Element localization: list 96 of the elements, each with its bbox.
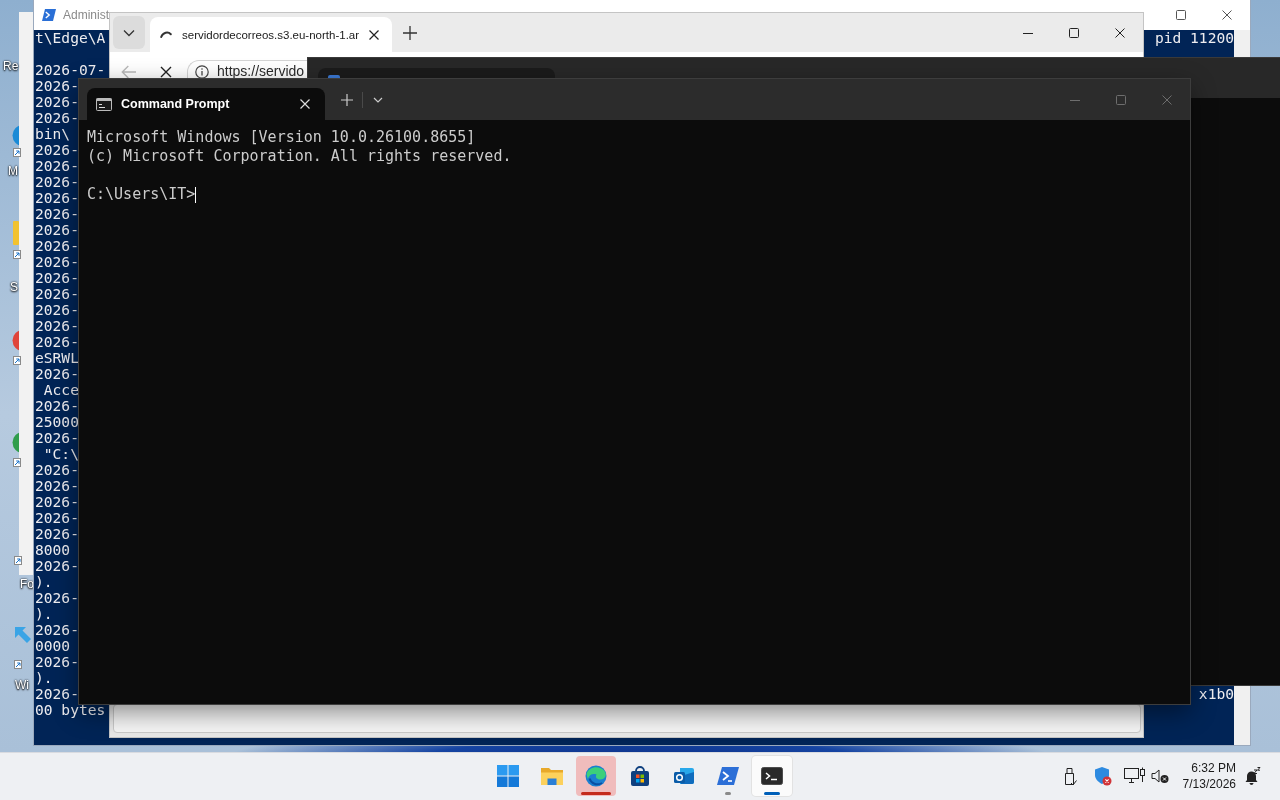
speaker-icon[interactable]	[1150, 768, 1169, 784]
shortcut-arrow-icon	[13, 356, 21, 365]
console-text: eSRWL	[35, 350, 79, 366]
console-text: 2026-	[35, 222, 79, 238]
console-text: Acce	[42, 382, 79, 398]
plus-icon	[403, 25, 417, 40]
console-text: 2026-	[35, 654, 79, 670]
console-text: 2026-	[35, 94, 79, 110]
console-text: 25000	[35, 414, 79, 430]
shield-icon[interactable]	[1093, 766, 1112, 786]
console-text: 2026-	[35, 254, 79, 270]
chevron-down-icon	[373, 96, 383, 103]
shortcut-arrow-icon	[13, 250, 21, 259]
console-text: 2026-	[35, 462, 79, 478]
status-indicator	[764, 792, 780, 795]
console-text: pid 11200	[1154, 30, 1234, 46]
close-icon	[1115, 27, 1125, 38]
console-text: 2026-	[35, 318, 79, 334]
console-text: 2026-	[35, 398, 79, 414]
console-text: 2026-	[35, 478, 79, 494]
console-text: 2026-	[35, 302, 79, 318]
usb-drive-icon[interactable]	[1062, 766, 1077, 786]
plus-icon	[341, 93, 353, 106]
status-indicator	[725, 792, 731, 795]
console-text: 2026-	[35, 622, 79, 638]
taskbar-button[interactable]	[752, 756, 792, 796]
clock-time[interactable]: 6:32 PM	[1191, 760, 1236, 776]
console-text: 2026-07-	[35, 62, 106, 78]
console-text: 2026-	[35, 526, 79, 542]
wired-network-icon[interactable]	[1123, 767, 1146, 785]
console-text: 2026-	[35, 366, 79, 382]
console-text: 2026-	[35, 238, 79, 254]
close-icon	[369, 29, 379, 40]
console-text: 2026-	[35, 206, 79, 222]
console-text: 2026-	[35, 142, 79, 158]
close-icon	[160, 66, 172, 78]
console-text: 2026-	[35, 270, 79, 286]
maximize-icon	[1176, 10, 1186, 20]
console-text: 2026-	[35, 510, 79, 526]
shortcut-arrow-icon	[14, 556, 22, 565]
tab-title[interactable]: Command Prompt	[121, 97, 293, 111]
console-text: 2026-	[35, 494, 79, 510]
bell-icon[interactable]	[1243, 767, 1261, 785]
console-text: 2026-	[35, 174, 79, 190]
browser-tab[interactable]: servidordecorreos.s3.eu-north-1.ar	[150, 17, 392, 52]
console-text: "C:\	[42, 446, 79, 462]
terminal-icon	[760, 764, 784, 788]
close-icon	[300, 99, 310, 109]
chevron-down-icon	[123, 28, 135, 37]
close-icon	[1222, 10, 1232, 20]
console-text: ).	[35, 574, 53, 590]
console-icon	[96, 97, 112, 111]
console-text: 2026-	[35, 558, 79, 574]
command-prompt[interactable]: C:\Users\IT>	[87, 185, 196, 204]
shopping-bag-icon	[628, 764, 652, 788]
console-text: 2026-	[35, 590, 79, 606]
console-text: bin\	[35, 126, 71, 142]
console-text: 2026-	[35, 286, 79, 302]
shell-icon	[42, 9, 56, 21]
console-text: 00 bytes	[35, 702, 106, 718]
console-text: 2026-	[35, 190, 79, 206]
scrollbar-track	[1234, 685, 1250, 745]
console-text: 2026-	[35, 78, 79, 94]
status-indicator	[581, 792, 611, 795]
shortcut-arrow-icon	[13, 458, 21, 467]
shortcut-arrow-icon	[13, 148, 21, 157]
scrollbar-track	[1234, 30, 1250, 58]
console-text: 2026-	[35, 110, 79, 126]
close-icon	[1162, 94, 1172, 105]
terminal-tab[interactable]: Command Prompt	[87, 88, 325, 120]
browser-icon	[584, 764, 608, 788]
start-icon	[496, 764, 520, 788]
info-icon[interactable]	[195, 65, 209, 79]
maximize-icon	[1116, 94, 1126, 105]
console-text: (c) Microsoft Corporation. All rights reserved.	[87, 147, 513, 166]
console-text: 2026-	[35, 686, 79, 702]
console-text: t\Edge\A	[35, 30, 106, 46]
shell-icon	[716, 764, 740, 788]
console-text: 2026-	[35, 334, 79, 350]
back-arrow-icon	[121, 65, 137, 79]
console-text: Microsoft Windows [Version 10.0.26100.8655]	[87, 128, 477, 147]
shortcut-arrow-icon	[14, 660, 22, 669]
clock-date[interactable]: 7/13/2026	[1182, 776, 1236, 792]
console-text: 0000	[35, 638, 71, 654]
window-title: Administ	[63, 8, 109, 22]
console-text: x1b0	[1198, 686, 1234, 702]
app-icon[interactable]	[12, 432, 19, 453]
text-cursor	[195, 186, 197, 203]
maximize-icon	[1069, 27, 1079, 38]
console-text: 8000	[35, 542, 71, 558]
console-text: ).	[35, 670, 53, 686]
console-text: 2026-	[35, 430, 79, 446]
console-text: ).	[35, 606, 53, 622]
console-text: 2026-	[35, 158, 79, 174]
app-icon[interactable]	[12, 330, 19, 351]
tab-title[interactable]: servidordecorreos.s3.eu-north-1.ar	[182, 28, 366, 41]
